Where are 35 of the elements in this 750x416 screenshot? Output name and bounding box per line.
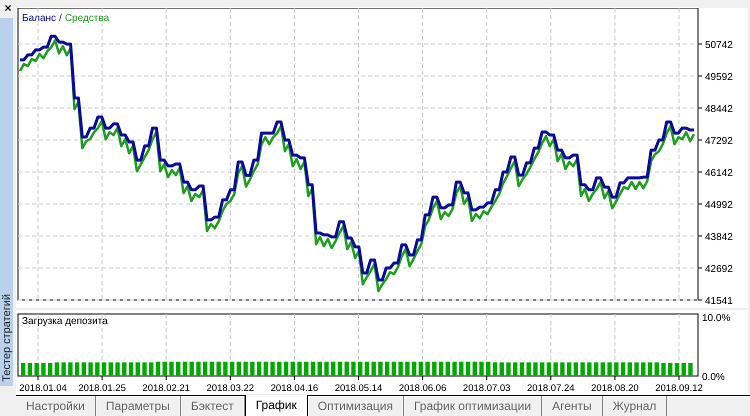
x-axis-label: 2018.05.14 <box>334 383 382 394</box>
y-axis-label: 41541 <box>705 296 733 307</box>
tab[interactable]: Оптимизация <box>308 396 404 416</box>
x-axis-label: 2018.06.06 <box>398 383 446 394</box>
y-axis-label: 49592 <box>705 72 733 83</box>
x-axis-label: 2018.04.16 <box>270 383 318 394</box>
x-axis-label: 2018.08.20 <box>591 383 639 394</box>
x-axis-label: 2018.03.22 <box>206 383 254 394</box>
y-axis-label: 47292 <box>705 136 733 147</box>
y-axis-label: 0.0% <box>702 372 725 383</box>
x-axis-label: 2018.01.04 <box>19 383 67 394</box>
x-axis-label: 2018.07.24 <box>527 383 575 394</box>
y-axis-label: 43842 <box>705 232 733 243</box>
x-axis-label: 2018.01.25 <box>78 383 126 394</box>
tab[interactable]: График <box>244 395 308 416</box>
y-axis-label: 48442 <box>705 104 733 115</box>
chart-title: Загрузка депозита <box>22 316 108 327</box>
tab[interactable]: График оптимизации <box>404 396 542 416</box>
tab[interactable]: Агенты <box>542 396 603 416</box>
close-button[interactable]: × <box>0 2 16 16</box>
y-axis-label: 10.0% <box>702 313 730 324</box>
legend-label: Баланс <box>22 13 56 24</box>
y-axis-label: 46142 <box>705 168 733 179</box>
tab[interactable]: Параметры <box>96 396 181 416</box>
legend-separator: / <box>59 13 62 24</box>
x-axis-label: 2018.02.21 <box>142 383 190 394</box>
y-axis-label: 44992 <box>705 200 733 211</box>
y-axis-label: 42692 <box>705 264 733 275</box>
tab[interactable]: Журнал <box>602 396 668 416</box>
legend-label: Средства <box>64 13 110 24</box>
tab[interactable]: Настройки <box>16 396 96 416</box>
panel-title: Тестер стратегий <box>0 294 12 384</box>
x-axis-label: 2018.07.03 <box>462 383 510 394</box>
y-axis-label: 50742 <box>705 40 733 51</box>
x-axis-label: 2018.09.12 <box>655 383 703 394</box>
